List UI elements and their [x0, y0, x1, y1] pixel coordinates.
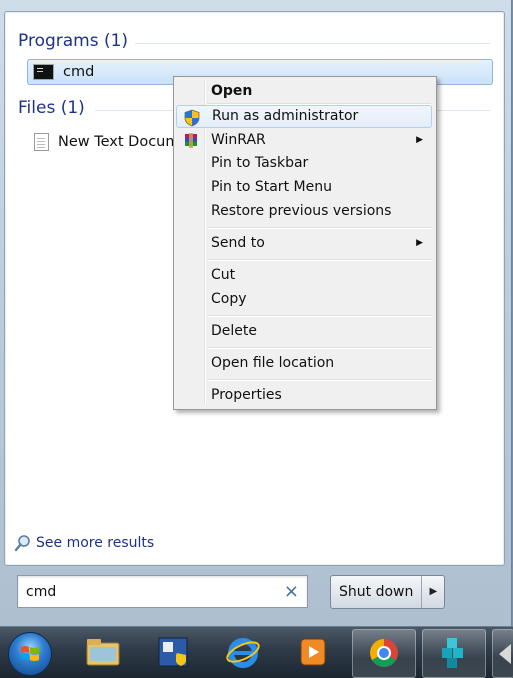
taskbar-chrome[interactable]	[352, 629, 416, 678]
taskbar	[0, 626, 513, 678]
magnifier-icon	[14, 535, 30, 552]
menu-item-open-file-location[interactable]: Open file location	[176, 352, 432, 375]
taskbar-partial-app[interactable]	[492, 629, 513, 678]
media-player-icon	[300, 638, 326, 666]
menu-item-open[interactable]: Open	[176, 80, 432, 103]
menu-item-label: Send to	[211, 235, 265, 251]
app-icon	[158, 637, 188, 667]
menu-item-label: WinRAR	[211, 132, 266, 148]
menu-item-winrar[interactable]: WinRAR ▶	[176, 129, 432, 152]
internet-explorer-icon	[226, 638, 260, 668]
menu-separator	[207, 103, 431, 104]
uac-shield-icon	[184, 109, 200, 127]
submenu-arrow-icon: ▶	[416, 238, 423, 248]
text-document-icon	[34, 133, 49, 151]
divider	[135, 43, 490, 44]
menu-item-delete[interactable]: Delete	[176, 320, 432, 343]
command-prompt-icon	[33, 64, 54, 80]
menu-separator	[207, 227, 431, 228]
see-more-label: See more results	[36, 535, 155, 551]
file-explorer-icon	[86, 639, 120, 666]
programs-group-header[interactable]: Programs (1)	[18, 31, 128, 51]
files-group-header[interactable]: Files (1)	[18, 98, 85, 118]
start-orb-icon[interactable]	[8, 632, 52, 676]
submenu-arrow-icon: ▶	[416, 135, 423, 145]
menu-separator	[207, 259, 431, 260]
chrome-icon	[370, 639, 398, 667]
taskbar-file-explorer[interactable]	[72, 629, 134, 676]
file-result-item[interactable]: New Text Docum	[34, 131, 180, 153]
menu-item-pin-to-start-menu[interactable]: Pin to Start Menu	[176, 176, 432, 199]
menu-item-copy[interactable]: Copy	[176, 288, 432, 311]
menu-item-cut[interactable]: Cut	[176, 264, 432, 287]
puzzle-app-icon	[442, 638, 463, 668]
taskbar-app[interactable]	[142, 629, 204, 676]
partial-app-icon	[499, 644, 511, 664]
shutdown-control: Shut down ▶	[330, 575, 446, 609]
menu-item-restore-previous-versions[interactable]: Restore previous versions	[176, 200, 432, 223]
menu-separator	[207, 315, 431, 316]
search-input[interactable]	[18, 576, 284, 607]
winrar-icon	[185, 133, 197, 148]
taskbar-puzzle-app[interactable]	[422, 629, 486, 678]
shutdown-button[interactable]: Shut down	[331, 576, 423, 608]
menu-separator	[207, 347, 431, 348]
clear-search-icon[interactable]: ×	[284, 581, 299, 602]
taskbar-media-player[interactable]	[282, 629, 344, 676]
menu-item-properties[interactable]: Properties	[176, 384, 432, 407]
program-result-label: cmd	[63, 64, 95, 80]
menu-item-run-as-administrator[interactable]: Run as administrator	[176, 105, 432, 128]
file-result-label: New Text Docum	[58, 134, 180, 150]
menu-separator	[207, 379, 431, 380]
menu-item-pin-to-taskbar[interactable]: Pin to Taskbar	[176, 152, 432, 175]
menu-item-send-to[interactable]: Send to ▶	[176, 232, 432, 255]
search-box[interactable]: ×	[17, 575, 308, 608]
see-more-results-link[interactable]: See more results	[14, 534, 154, 552]
windows-flag-icon	[21, 646, 39, 661]
taskbar-internet-explorer[interactable]	[212, 629, 274, 676]
context-menu: Open Run as administrator WinRAR ▶ Pin t…	[173, 76, 437, 410]
shutdown-options-arrow-icon[interactable]: ▶	[422, 576, 444, 608]
menu-item-label: Run as administrator	[212, 108, 359, 124]
